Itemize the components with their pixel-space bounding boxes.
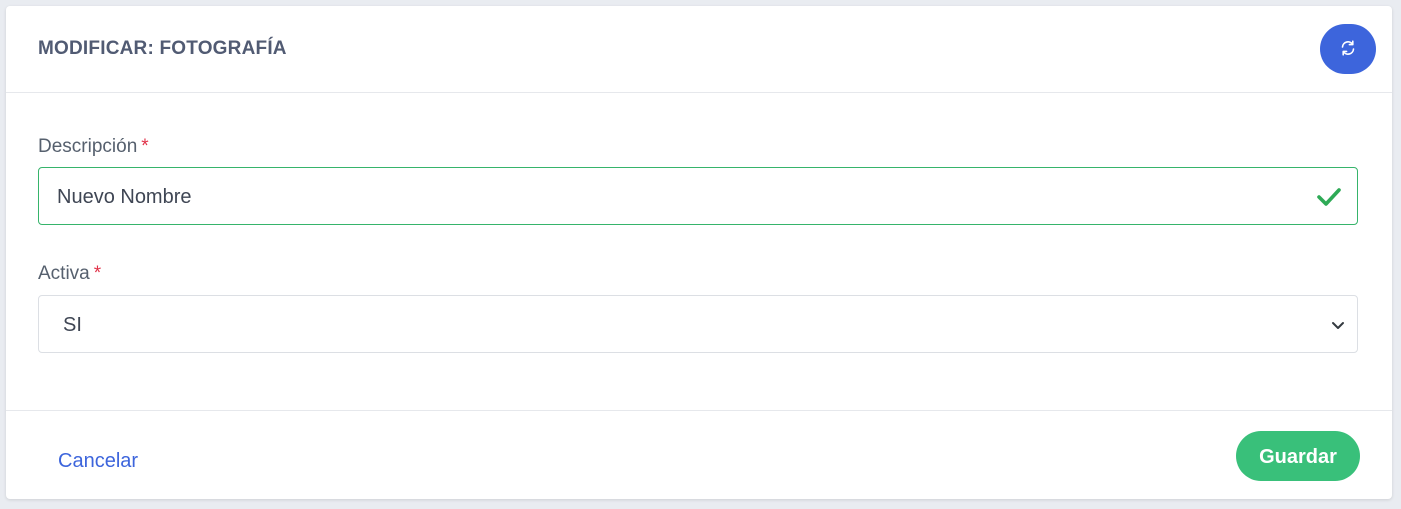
card-header: MODIFICAR: FOTOGRAFÍA (6, 6, 1392, 93)
save-button[interactable]: Guardar (1236, 431, 1360, 481)
check-icon (1315, 184, 1343, 210)
refresh-button[interactable] (1320, 24, 1376, 74)
required-mark: * (141, 136, 149, 157)
refresh-icon (1339, 39, 1357, 60)
cancel-button[interactable]: Cancelar (58, 449, 138, 473)
edit-photo-card: MODIFICAR: FOTOGRAFÍA Descripción * Nuevo… (6, 6, 1392, 499)
description-label: Descripción * (38, 135, 149, 159)
card-footer: Cancelar Guardar (6, 410, 1392, 500)
active-selected-value: SI (63, 314, 82, 336)
page-title: MODIFICAR: FOTOGRAFÍA (38, 38, 287, 59)
active-select[interactable]: SI (38, 295, 1358, 353)
active-label-text: Activa (38, 263, 90, 284)
required-mark: * (93, 263, 102, 284)
active-label: Activa * (38, 262, 101, 286)
description-input[interactable]: Nuevo Nombre (38, 167, 1358, 225)
description-value: Nuevo Nombre (57, 186, 192, 208)
description-label-text: Descripción (38, 136, 138, 157)
card-body: Descripción * Nuevo Nombre Activa * SI (6, 93, 1392, 410)
chevron-down-icon (1331, 318, 1345, 332)
